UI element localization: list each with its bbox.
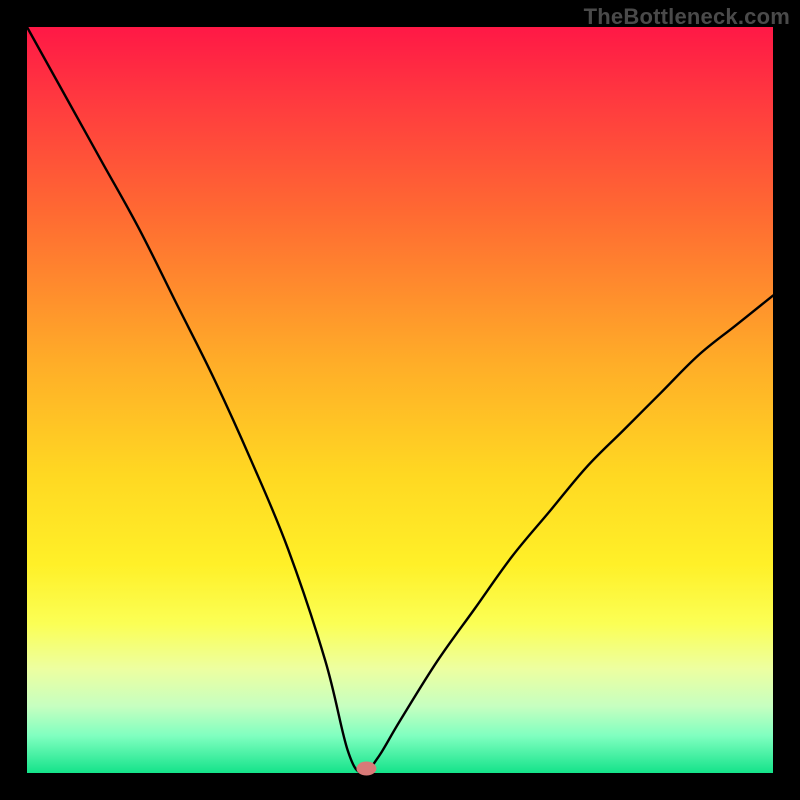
chart-svg [0,0,800,800]
chart-frame: TheBottleneck.com [0,0,800,800]
plot-background [27,27,773,773]
watermark-text: TheBottleneck.com [584,4,790,30]
optimal-point-marker [356,762,376,776]
